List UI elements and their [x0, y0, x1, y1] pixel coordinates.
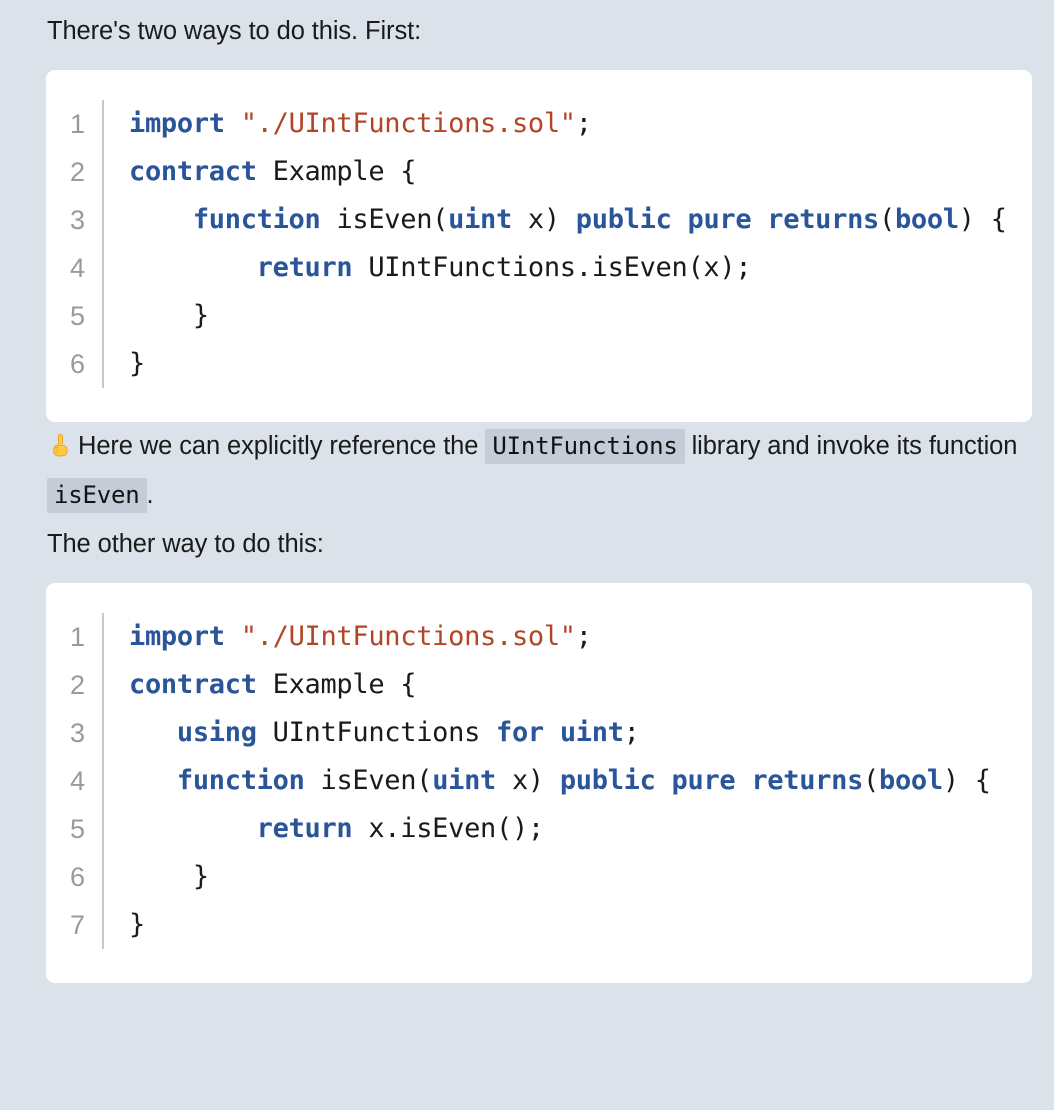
line-number: 3	[69, 205, 85, 235]
intro-paragraph: There's two ways to do this. First:	[47, 17, 422, 45]
note-text-part2: library and invoke its function	[691, 432, 1018, 460]
code-line: contract Example {	[129, 669, 417, 700]
index-pointing-up-icon	[47, 427, 75, 457]
code-line: function isEven(uint x) public pure retu…	[192, 204, 1007, 235]
line-number: 2	[69, 670, 85, 700]
note-text-part3: .	[146, 481, 154, 509]
code-block-explicit-reference: 1 2 3 4 5 6 import "./UIntFunctions.sol"; cont…	[46, 70, 1032, 422]
line-number: 1	[69, 622, 85, 652]
line-number: 2	[69, 157, 85, 187]
note-paragraph: Here we can explicitly reference the UIn…	[22, 422, 1032, 520]
line-number-gutter-2: 1 2 3 4 5 6 7	[46, 613, 104, 949]
line-number-gutter-1: 1 2 3 4 5 6	[46, 100, 104, 388]
line-number: 5	[69, 814, 85, 844]
code-content-2: import "./UIntFunctions.sol"; contract Ex…	[104, 613, 1032, 949]
code-line: }	[129, 300, 209, 331]
line-number: 4	[69, 253, 85, 283]
line-number: 4	[69, 766, 85, 796]
code-line: }	[129, 348, 145, 379]
code-line: function isEven(uint x) public pure retu…	[176, 765, 991, 796]
code-content-1: import "./UIntFunctions.sol"; contract Ex…	[104, 100, 1032, 388]
line-number: 6	[69, 862, 85, 892]
code-line: return x.isEven();	[256, 813, 545, 844]
code-line: import "./UIntFunctions.sol";	[129, 621, 592, 652]
line-number: 6	[69, 349, 85, 379]
line-number: 3	[69, 718, 85, 748]
inline-code-iseven: isEven	[47, 478, 147, 513]
article-body: There's two ways to do this. First: 1 2 3 4…	[0, 0, 1054, 1110]
code-line: import "./UIntFunctions.sol";	[129, 108, 592, 139]
code-line: contract Example {	[129, 156, 417, 187]
code-line: return UIntFunctions.isEven(x);	[256, 252, 752, 283]
code-block-using-for: 1 2 3 4 5 6 7 import "./UIntFunctions.sol"; con…	[46, 583, 1032, 983]
code-line: }	[129, 909, 145, 940]
code-line: using UIntFunctions for uint;	[176, 717, 640, 748]
other-way-paragraph: The other way to do this:	[47, 530, 324, 558]
line-number: 7	[69, 910, 85, 940]
line-number: 1	[69, 109, 85, 139]
inline-code-uintfunctions: UIntFunctions	[485, 429, 685, 464]
note-text-part1: Here we can explicitly reference the	[78, 432, 479, 460]
line-number: 5	[69, 301, 85, 331]
code-line: }	[129, 861, 209, 892]
